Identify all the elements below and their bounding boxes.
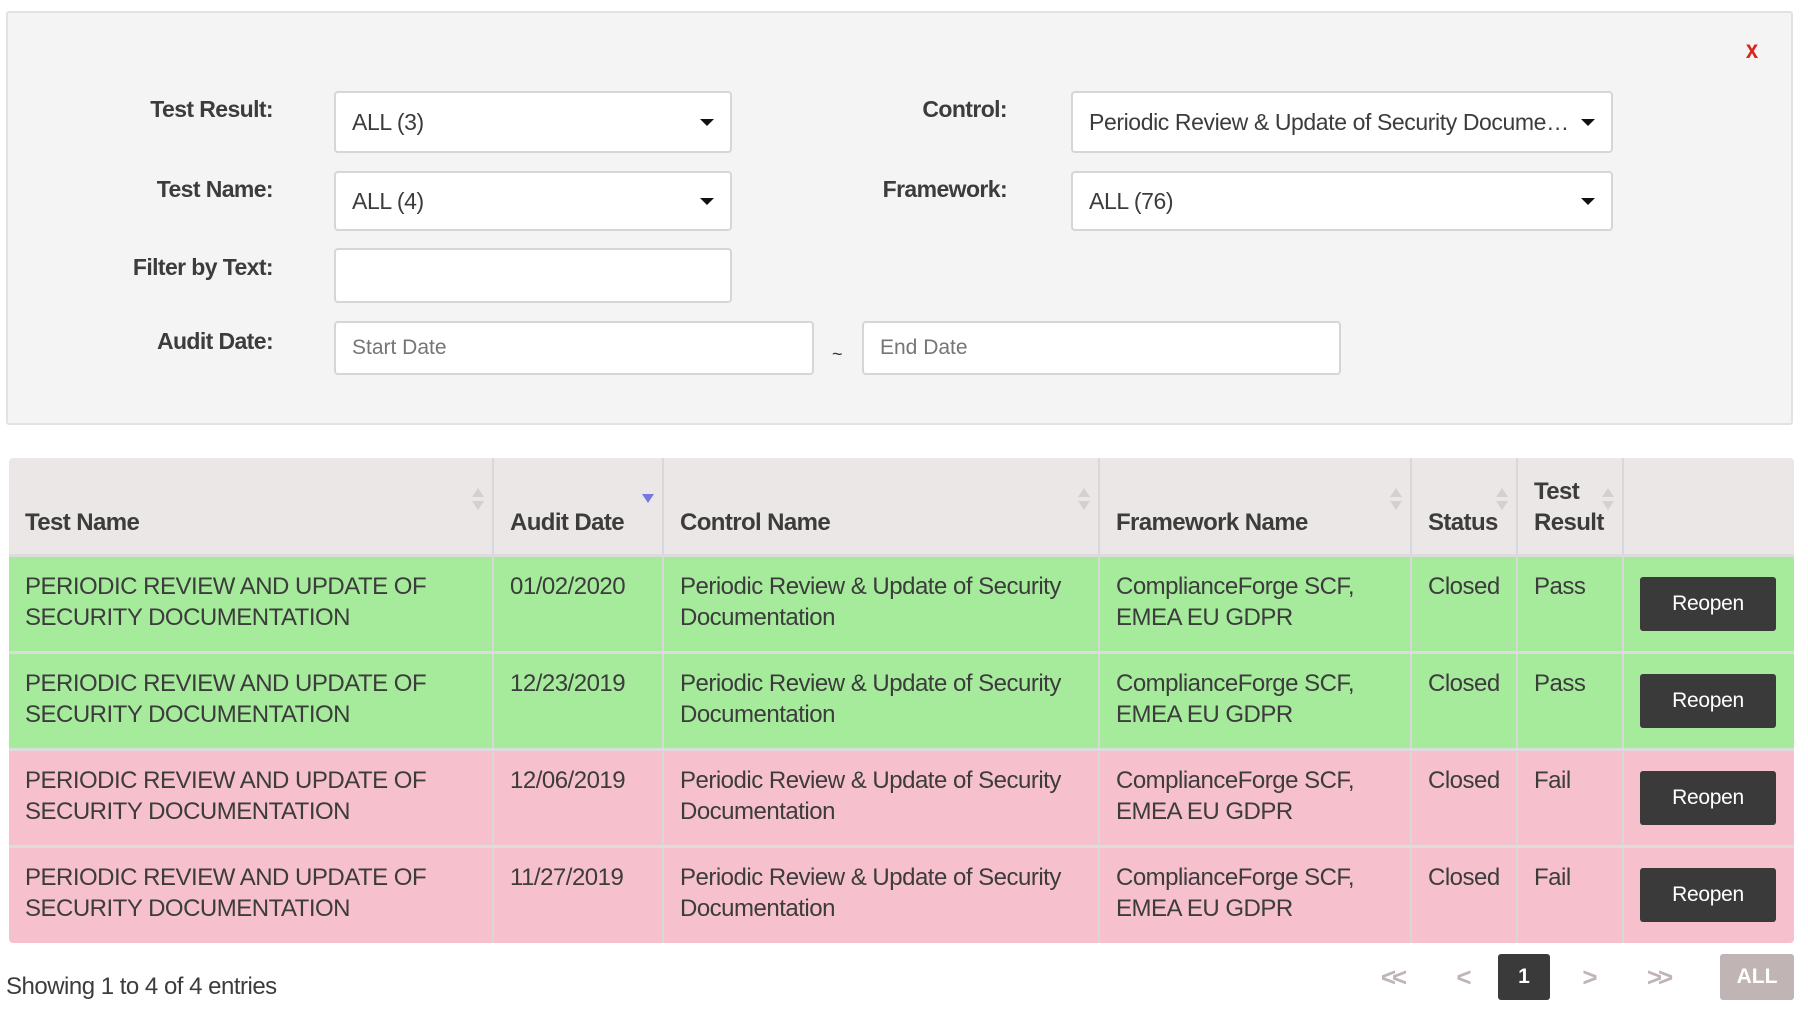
- end-date-input[interactable]: [862, 321, 1341, 375]
- page-1-button[interactable]: 1: [1498, 954, 1550, 1000]
- table-row: PERIODIC REVIEW AND UPDATE OF SECURITY D…: [9, 652, 1794, 751]
- column-header-actions: [1623, 458, 1794, 557]
- table-row: PERIODIC REVIEW AND UPDATE OF SECURITY D…: [9, 555, 1794, 654]
- cell-audit-date: 01/02/2020: [493, 555, 664, 654]
- column-header-control-name[interactable]: Control Name: [663, 458, 1100, 557]
- test-name-value: ALL (4): [352, 187, 424, 214]
- test-result-value: ALL (3): [352, 108, 424, 135]
- entries-info: Showing 1 to 4 of 4 entries: [6, 973, 277, 1000]
- column-label: Status: [1428, 508, 1498, 536]
- control-value: Periodic Review & Update of Security Doc…: [1089, 108, 1611, 135]
- reopen-button[interactable]: Reopen: [1640, 868, 1776, 923]
- show-all-button[interactable]: ALL: [1720, 954, 1794, 1000]
- cell-control-name: Periodic Review & Update of Security Doc…: [663, 555, 1100, 654]
- sort-icon: [1078, 488, 1090, 512]
- cell-framework-name: ComplianceForge SCF, EMEA EU GDPR: [1099, 652, 1412, 751]
- column-header-test-result[interactable]: Test Result: [1517, 458, 1624, 557]
- cell-action: Reopen: [1623, 652, 1794, 751]
- column-label: Framework Name: [1116, 508, 1308, 536]
- results-table: Test Name Audit Date Control Name Framew…: [9, 458, 1794, 943]
- cell-status: Closed: [1411, 846, 1518, 943]
- cell-action: Reopen: [1623, 555, 1794, 654]
- start-date-input[interactable]: [334, 321, 814, 375]
- reopen-button[interactable]: Reopen: [1640, 673, 1776, 728]
- column-header-status[interactable]: Status: [1411, 458, 1518, 557]
- cell-audit-date: 12/23/2019: [493, 652, 664, 751]
- cell-status: Closed: [1411, 555, 1518, 654]
- cell-framework-name: ComplianceForge SCF, EMEA EU GDPR: [1099, 749, 1412, 848]
- cell-framework-name: ComplianceForge SCF, EMEA EU GDPR: [1099, 555, 1412, 654]
- column-header-audit-date[interactable]: Audit Date: [493, 458, 664, 557]
- column-label: Test Name: [25, 508, 140, 536]
- test-name-select[interactable]: ALL (4): [334, 171, 732, 231]
- cell-test-name: PERIODIC REVIEW AND UPDATE OF SECURITY D…: [9, 749, 494, 848]
- cell-action: Reopen: [1623, 846, 1794, 943]
- cell-audit-date: 11/27/2019: [493, 846, 664, 943]
- table-row: PERIODIC REVIEW AND UPDATE OF SECURITY D…: [9, 749, 1794, 848]
- reopen-button[interactable]: Reopen: [1640, 576, 1776, 631]
- column-header-framework-name[interactable]: Framework Name: [1099, 458, 1412, 557]
- framework-value: ALL (76): [1089, 187, 1174, 214]
- cell-test-result: Pass: [1517, 652, 1624, 751]
- sort-icon: [1602, 488, 1614, 512]
- next-page-button[interactable]: >: [1576, 954, 1604, 1000]
- chevron-down-icon: [700, 198, 714, 205]
- last-page-button[interactable]: >>: [1638, 954, 1678, 1000]
- test-result-label: Test Result:: [150, 96, 273, 122]
- cell-test-result: Fail: [1517, 749, 1624, 848]
- first-page-button[interactable]: <<: [1372, 954, 1412, 1000]
- column-label: Test Result: [1534, 477, 1604, 536]
- test-name-label: Test Name:: [156, 176, 274, 202]
- filter-text-input[interactable]: [334, 248, 732, 303]
- table-row: PERIODIC REVIEW AND UPDATE OF SECURITY D…: [9, 846, 1794, 943]
- cell-test-name: PERIODIC REVIEW AND UPDATE OF SECURITY D…: [9, 846, 494, 943]
- cell-status: Closed: [1411, 652, 1518, 751]
- previous-page-button[interactable]: <: [1450, 954, 1478, 1000]
- column-label: Control Name: [680, 508, 831, 536]
- cell-framework-name: ComplianceForge SCF, EMEA EU GDPR: [1099, 846, 1412, 943]
- cell-control-name: Periodic Review & Update of Security Doc…: [663, 652, 1100, 751]
- sort-desc-icon: [642, 488, 654, 512]
- cell-status: Closed: [1411, 749, 1518, 848]
- reopen-button[interactable]: Reopen: [1640, 770, 1776, 825]
- cell-test-result: Fail: [1517, 846, 1624, 943]
- close-icon[interactable]: x: [1743, 36, 1762, 62]
- table-header-row: Test Name Audit Date Control Name Framew…: [9, 458, 1794, 557]
- chevron-down-icon: [700, 119, 714, 126]
- filter-text-label: Filter by Text:: [132, 254, 274, 280]
- sort-icon: [1390, 488, 1402, 512]
- cell-action: Reopen: [1623, 749, 1794, 848]
- cell-test-result: Pass: [1517, 555, 1624, 654]
- column-header-test-name[interactable]: Test Name: [9, 458, 494, 557]
- cell-test-name: PERIODIC REVIEW AND UPDATE OF SECURITY D…: [9, 652, 494, 751]
- cell-audit-date: 12/06/2019: [493, 749, 664, 848]
- cell-control-name: Periodic Review & Update of Security Doc…: [663, 846, 1100, 943]
- date-range-separator: ~: [832, 344, 843, 364]
- cell-control-name: Periodic Review & Update of Security Doc…: [663, 749, 1100, 848]
- column-label: Audit Date: [510, 508, 625, 536]
- sort-icon: [472, 488, 484, 512]
- test-result-select[interactable]: ALL (3): [334, 91, 732, 153]
- framework-label: Framework:: [882, 176, 1008, 202]
- audit-date-label: Audit Date:: [156, 328, 274, 354]
- chevron-down-icon: [1581, 198, 1595, 205]
- sort-icon: [1496, 488, 1508, 512]
- control-select[interactable]: Periodic Review & Update of Security Doc…: [1071, 91, 1613, 153]
- cell-test-name: PERIODIC REVIEW AND UPDATE OF SECURITY D…: [9, 555, 494, 654]
- control-label: Control:: [922, 96, 1007, 122]
- framework-select[interactable]: ALL (76): [1071, 171, 1613, 231]
- chevron-down-icon: [1581, 119, 1595, 126]
